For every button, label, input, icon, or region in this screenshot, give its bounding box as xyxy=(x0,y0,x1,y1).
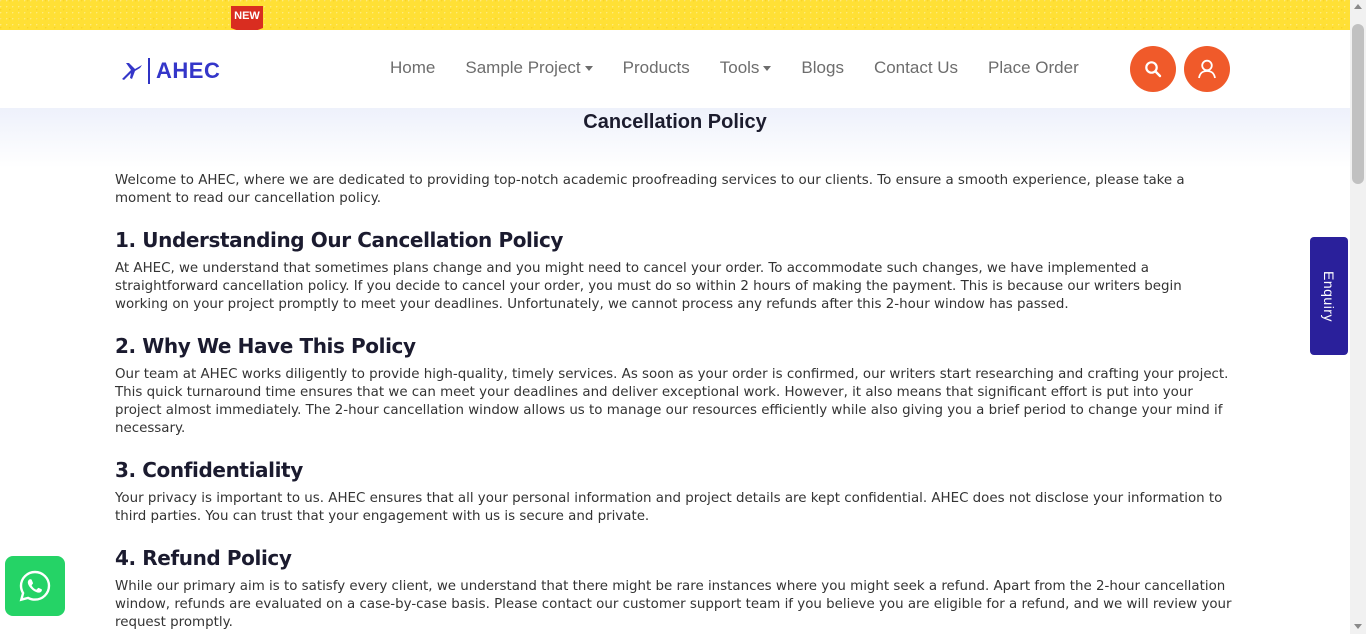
brand-logo[interactable]: AHEC xyxy=(120,58,220,84)
scroll-up-arrow-icon[interactable] xyxy=(1354,4,1362,9)
nav-place-order[interactable]: Place Order xyxy=(988,58,1079,78)
brand-name: AHEC xyxy=(156,58,221,83)
nav-tools[interactable]: Tools xyxy=(720,58,772,78)
whatsapp-icon xyxy=(19,570,51,602)
section-heading: 1. Understanding Our Cancellation Policy xyxy=(115,228,564,252)
section-heading: 4. Refund Policy xyxy=(115,546,292,570)
whatsapp-button[interactable] xyxy=(5,556,65,616)
plane-logo-icon xyxy=(122,63,142,80)
enquiry-label: Enquiry xyxy=(1321,270,1337,322)
section-body: At AHEC, we understand that sometimes pl… xyxy=(115,261,1182,312)
enquiry-tab[interactable]: Enquiry xyxy=(1310,237,1348,355)
chevron-down-icon xyxy=(763,66,772,72)
main-nav: Home Sample Project Products Tools Blogs… xyxy=(390,58,1109,78)
page-title: Cancellation Policy xyxy=(583,111,767,133)
nav-contact-us[interactable]: Contact Us xyxy=(874,58,958,78)
site-header: AHEC Home Sample Project Products Tools … xyxy=(0,30,1350,108)
search-icon xyxy=(1145,61,1162,78)
nav-products[interactable]: Products xyxy=(623,58,690,78)
user-icon xyxy=(1198,59,1216,79)
intro-paragraph: Welcome to AHEC, where we are dedicated … xyxy=(115,173,1185,206)
chevron-down-icon xyxy=(584,66,593,72)
new-badge[interactable]: NEW xyxy=(231,6,263,34)
section-body: Our team at AHEC works diligently to pro… xyxy=(115,367,1229,436)
nav-sample-project[interactable]: Sample Project xyxy=(465,58,593,78)
section-body: Your privacy is important to us. AHEC en… xyxy=(115,491,1223,524)
search-button[interactable] xyxy=(1130,46,1176,92)
policy-content: Welcome to AHEC, where we are dedicated … xyxy=(115,172,1235,632)
promo-topbar: NEW xyxy=(0,0,1350,34)
logo-separator xyxy=(148,58,150,84)
account-button[interactable] xyxy=(1184,46,1230,92)
scroll-down-arrow-icon[interactable] xyxy=(1354,624,1362,629)
section-heading: 2. Why We Have This Policy xyxy=(115,334,416,358)
scrollbar-thumb[interactable] xyxy=(1352,24,1364,184)
nav-home[interactable]: Home xyxy=(390,58,435,78)
section-heading: 3. Confidentiality xyxy=(115,458,303,482)
nav-blogs[interactable]: Blogs xyxy=(801,58,844,78)
section-body: While our primary aim is to satisfy ever… xyxy=(115,579,1232,630)
